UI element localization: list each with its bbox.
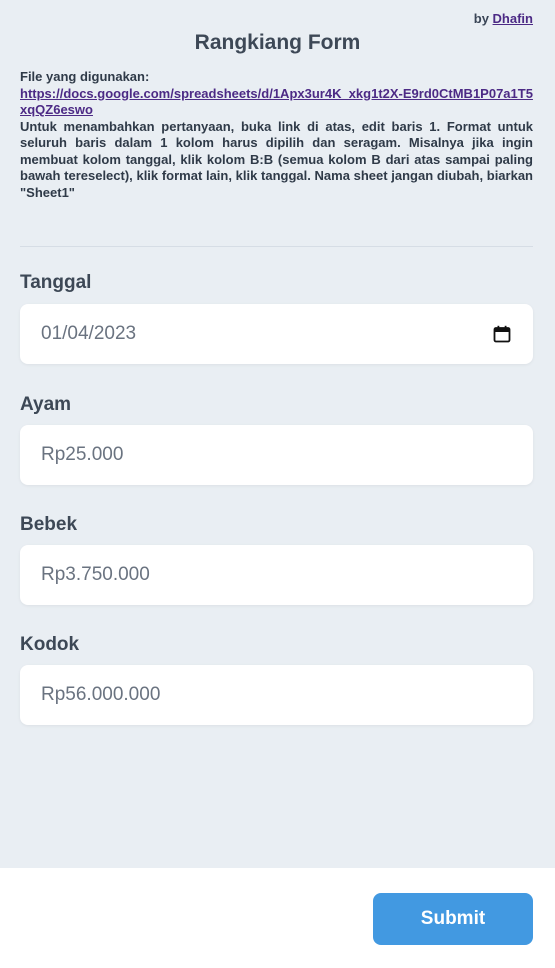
kodok-label: Kodok: [20, 634, 80, 655]
ayam-input[interactable]: [41, 444, 461, 466]
tanggal-label: Tanggal: [20, 272, 92, 293]
ayam-field[interactable]: [20, 425, 533, 485]
file-label: File yang digunakan:: [20, 69, 150, 84]
calendar-icon[interactable]: [493, 325, 511, 343]
spreadsheet-link[interactable]: https://docs.google.com/spreadsheets/d/1…: [20, 86, 533, 119]
kodok-input[interactable]: [41, 684, 461, 706]
submit-button[interactable]: Submit: [373, 893, 533, 945]
info-block: File yang digunakan: https://docs.google…: [20, 69, 533, 201]
kodok-field[interactable]: [20, 665, 533, 725]
author-link[interactable]: Dhafin: [493, 11, 533, 26]
instructions-text: Untuk menambahkan pertanyaan, buka link …: [20, 118, 533, 200]
bebek-field[interactable]: [20, 545, 533, 605]
tanggal-input[interactable]: [41, 323, 461, 345]
byline-prefix: by: [473, 11, 489, 26]
footer: Submit: [0, 868, 555, 968]
page-title: Rangkiang Form: [194, 31, 361, 54]
tanggal-field[interactable]: [20, 304, 533, 364]
divider: [20, 246, 533, 247]
bebek-label: Bebek: [20, 514, 78, 535]
ayam-label: Ayam: [20, 394, 72, 415]
form-area: by Dhafin Rangkiang Form File yang digun…: [0, 0, 555, 868]
byline: by Dhafin: [474, 11, 533, 26]
bebek-input[interactable]: [41, 564, 461, 586]
